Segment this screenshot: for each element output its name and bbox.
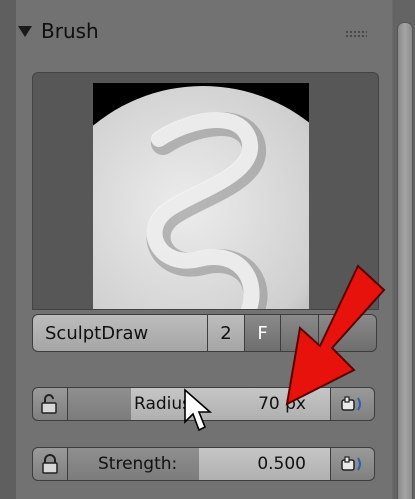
radius-slider[interactable]: Radius: 70 px	[68, 387, 331, 421]
strength-pressure-button[interactable]	[331, 447, 375, 481]
strength-value: 0.500	[257, 454, 306, 474]
pen-pressure-icon	[340, 396, 361, 411]
left-gutter	[0, 0, 17, 499]
pen-pressure-icon	[340, 456, 361, 471]
panel-title: Brush	[41, 19, 99, 43]
strength-row: Strength: 0.500	[32, 447, 377, 483]
fake-user-button[interactable]: F	[245, 314, 281, 352]
unlink-brush-button[interactable]	[319, 314, 377, 352]
drag-grip-icon[interactable]	[345, 30, 367, 39]
panel-header[interactable]: Brush	[18, 14, 378, 48]
brush-preview-thumbnail[interactable]	[93, 83, 309, 309]
brush-selector-row: SculptDraw 2 F	[32, 314, 377, 354]
radius-pressure-button[interactable]	[331, 387, 375, 421]
vertical-scrollbar-track[interactable]	[393, 0, 415, 499]
blender-brush-panel-screenshot: Brush SculptDraw 2 F Radius: 70 px Stren…	[0, 0, 415, 499]
radius-row: Radius: 70 px	[32, 387, 377, 423]
lock-icon	[42, 454, 58, 474]
radius-value: 70 px	[258, 394, 306, 414]
unlock-icon	[41, 394, 57, 414]
add-brush-button[interactable]	[281, 314, 319, 352]
radius-slider-fill	[68, 388, 131, 420]
strength-lock-button[interactable]	[32, 447, 68, 481]
strength-slider[interactable]: Strength: 0.500	[68, 447, 331, 481]
collapse-triangle-icon[interactable]	[18, 25, 32, 37]
radius-lock-button[interactable]	[32, 387, 68, 421]
brush-name-field[interactable]: SculptDraw	[32, 314, 208, 352]
brush-users-count[interactable]: 2	[208, 314, 245, 352]
vertical-scrollbar-thumb[interactable]	[397, 22, 413, 499]
sculpt-preview-image	[93, 83, 309, 309]
radius-label: Radius:	[134, 394, 197, 414]
strength-label: Strength:	[98, 454, 178, 474]
